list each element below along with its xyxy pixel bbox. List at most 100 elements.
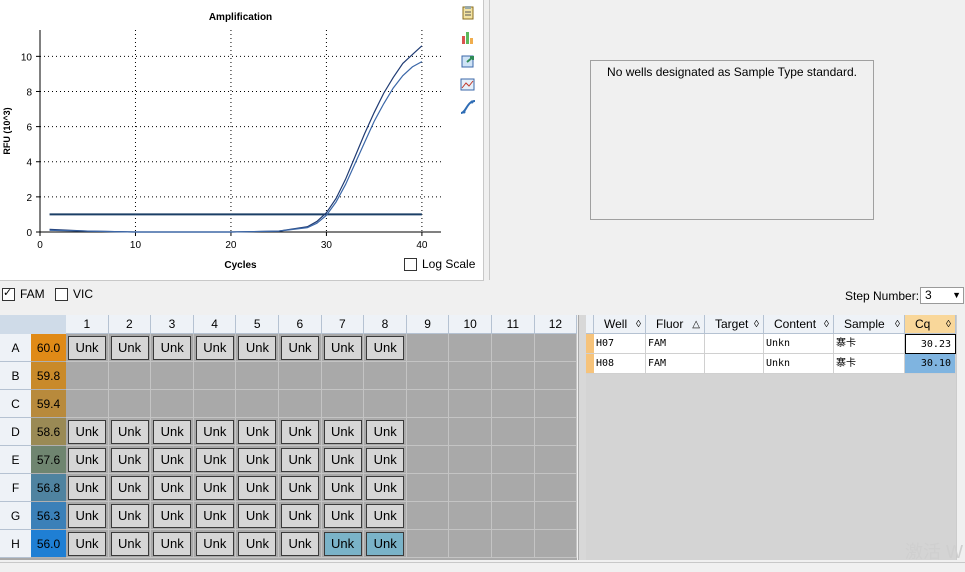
plate-well-cell[interactable]: Unk [236,530,279,558]
plate-well-cell[interactable]: Unk [364,474,407,502]
table-cell-fluor[interactable]: FAM [646,334,705,354]
plate-well[interactable]: Unk [195,448,234,472]
plate-well-cell[interactable] [364,390,407,418]
plate-well-cell[interactable] [236,390,279,418]
plate-well-cell[interactable]: Unk [364,418,407,446]
plate-well-cell[interactable]: Unk [151,502,194,530]
table-header-fluor[interactable]: Fluor △ [646,315,705,334]
row-selector[interactable] [586,354,594,374]
plate-well[interactable]: Unk [281,448,319,472]
plate-column-header[interactable]: 5 [236,315,279,334]
plate-well[interactable]: Unk [195,532,234,556]
fluor-fam-toggle[interactable]: FAM [2,286,45,301]
plate-well-cell[interactable] [193,362,237,390]
plate-well[interactable]: Unk [110,532,149,556]
plate-well[interactable]: Unk [195,476,234,500]
plate-well-cell[interactable]: Unk [193,502,237,530]
plate-well[interactable]: Unk [238,420,277,444]
plate-well[interactable]: Unk [323,504,362,528]
table-scrollbar[interactable] [956,315,965,560]
plate-well[interactable]: Unk [281,504,319,528]
plate-well-cell[interactable] [449,334,492,362]
table-cell-well[interactable]: H07 [594,334,646,354]
plate-well-cell[interactable] [279,390,322,418]
plate-well[interactable]: Unk [323,420,362,444]
plate-well-cell[interactable] [449,390,492,418]
table-header-content[interactable]: Content ◊ [764,315,834,334]
sort-icon[interactable]: ◊ [946,315,951,334]
plate-well[interactable]: Unk [366,448,405,472]
sort-icon[interactable]: ◊ [895,315,900,334]
plate-well-cell[interactable] [534,446,578,474]
sort-ascending-icon[interactable]: △ [692,315,700,334]
plate-well-cell[interactable]: Unk [364,530,407,558]
table-cell-target[interactable] [705,334,764,354]
table-header-well[interactable]: Well ◊ [594,315,646,334]
fam-checkbox[interactable] [2,286,15,301]
plate-well-cell[interactable]: Unk [236,446,279,474]
plate-well-cell[interactable]: Unk [108,446,152,474]
plate-well-cell[interactable]: Unk [66,446,109,474]
plate-well-cell[interactable]: Unk [151,530,194,558]
plate-well-cell[interactable] [66,362,109,390]
plate-well-cell[interactable] [364,362,407,390]
plate-well[interactable]: Unk [366,532,405,556]
plate-well-cell[interactable] [534,474,578,502]
plate-well[interactable]: Unk [281,476,319,500]
plate-well[interactable]: Unk [110,448,149,472]
plate-well[interactable]: Unk [153,448,192,472]
plate-column-header[interactable]: 2 [108,315,152,334]
plate-well-cell[interactable] [534,362,578,390]
curve-icon[interactable] [460,99,476,115]
plate-row-header[interactable]: E [0,446,31,474]
plate-well-cell[interactable]: Unk [151,446,194,474]
plate-well-cell[interactable]: Unk [279,334,322,362]
plate-row-header[interactable]: B [0,362,31,390]
plate-well-cell[interactable] [449,418,492,446]
zoom-icon[interactable] [460,77,476,93]
plate-well[interactable]: Unk [195,504,234,528]
plate-well[interactable]: Unk [153,336,192,360]
plate-well-cell[interactable] [449,446,492,474]
plate-well[interactable]: Unk [195,336,234,360]
plate-well-cell[interactable]: Unk [66,474,109,502]
plate-column-header[interactable]: 1 [66,315,109,334]
plate-well-cell[interactable] [193,390,237,418]
row-selector[interactable] [586,334,594,354]
plate-column-header[interactable]: 7 [321,315,365,334]
plate-column-header[interactable]: 6 [279,315,322,334]
plate-well-cell[interactable] [492,390,535,418]
plate-well[interactable]: Unk [281,420,319,444]
plate-well-cell[interactable] [492,362,535,390]
vic-checkbox[interactable] [55,287,68,301]
plate-well-cell[interactable] [534,418,578,446]
plate-well-cell[interactable]: Unk [66,530,109,558]
plate-well-cell[interactable]: Unk [151,334,194,362]
plate-well[interactable]: Unk [68,476,106,500]
plate-well-cell[interactable]: Unk [108,530,152,558]
plate-well-cell[interactable]: Unk [108,502,152,530]
plate-well-cell[interactable]: Unk [321,418,365,446]
plate-well-cell[interactable] [108,390,152,418]
plate-well[interactable]: Unk [323,336,362,360]
plate-well-cell[interactable] [534,390,578,418]
plate-well[interactable]: Unk [110,476,149,500]
table-cell-content[interactable]: Unkn [764,334,834,354]
plate-column-header[interactable]: 12 [534,315,578,334]
plate-well[interactable]: Unk [238,532,277,556]
plate-well-cell[interactable]: Unk [279,502,322,530]
plate-well[interactable]: Unk [68,336,106,360]
plate-well-cell[interactable]: Unk [66,418,109,446]
plate-column-header[interactable]: 4 [193,315,237,334]
sort-icon[interactable]: ◊ [636,315,641,334]
plate-well[interactable]: Unk [238,476,277,500]
plate-well[interactable]: Unk [153,504,192,528]
plate-well[interactable]: Unk [195,420,234,444]
plate-well-cell[interactable] [534,530,578,558]
plate-well[interactable]: Unk [323,532,362,556]
plate-column-header[interactable]: 10 [449,315,492,334]
plate-column-header[interactable]: 11 [492,315,535,334]
plate-well-cell[interactable] [236,362,279,390]
plate-well[interactable]: Unk [366,420,405,444]
plate-well[interactable]: Unk [153,532,192,556]
